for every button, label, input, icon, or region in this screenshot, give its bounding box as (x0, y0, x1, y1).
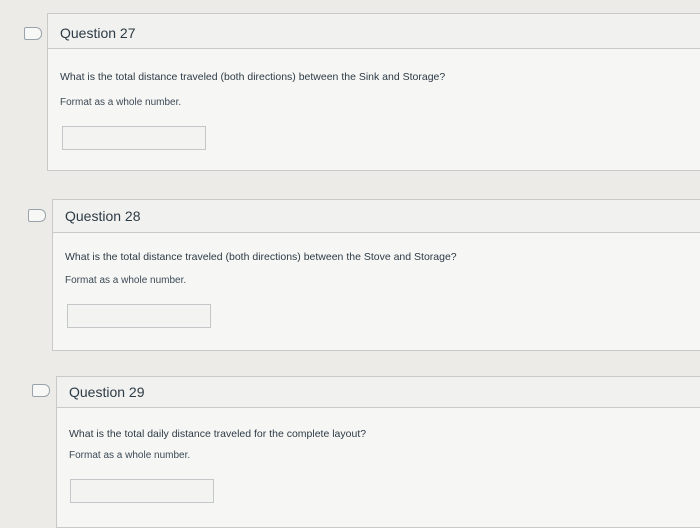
flag-question-icon[interactable] (32, 384, 50, 397)
question-card: Question 29 What is the total daily dist… (56, 376, 700, 528)
question-title: Question 27 (60, 25, 136, 41)
answer-input[interactable] (67, 304, 211, 328)
question-prompt: What is the total daily distance travele… (69, 428, 367, 440)
question-hint: Format as a whole number. (65, 275, 187, 286)
question-hint: Format as a whole number. (60, 97, 182, 108)
question-prompt: What is the total distance traveled (bot… (65, 251, 457, 263)
question-header: Question 29 (57, 377, 700, 408)
flag-question-icon[interactable] (24, 27, 42, 40)
question-prompt: What is the total distance traveled (bot… (60, 71, 446, 83)
answer-input[interactable] (70, 479, 214, 503)
question-title: Question 28 (65, 208, 141, 224)
question-header: Question 27 (48, 14, 700, 49)
question-card: Question 28 What is the total distance t… (52, 199, 700, 351)
answer-input[interactable] (62, 126, 206, 150)
question-hint: Format as a whole number. (69, 450, 191, 461)
question-header: Question 28 (53, 200, 700, 233)
flag-question-icon[interactable] (28, 209, 46, 222)
question-card: Question 27 What is the total distance t… (47, 13, 700, 171)
question-title: Question 29 (69, 384, 145, 400)
